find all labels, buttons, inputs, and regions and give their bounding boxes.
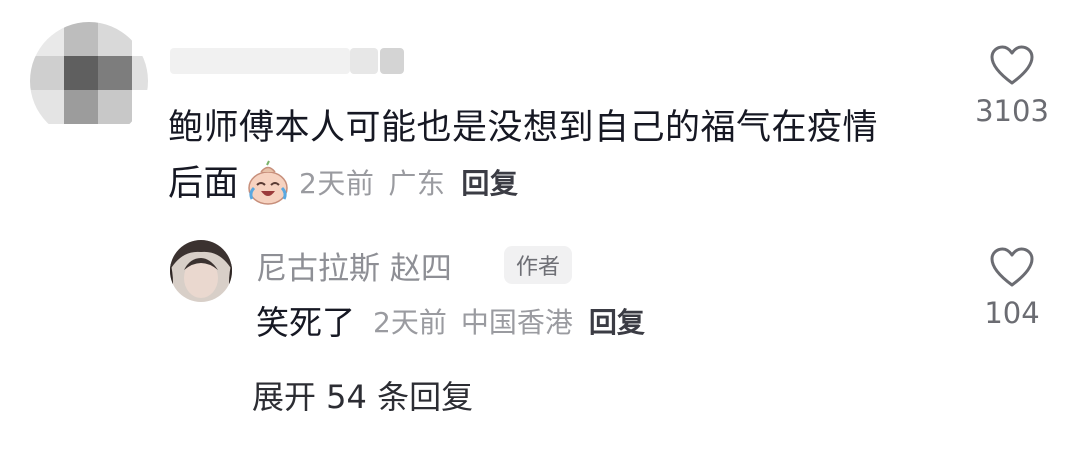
reply-username[interactable]: 尼古拉斯 赵四 — [256, 243, 452, 288]
heart-icon[interactable] — [989, 246, 1035, 288]
reply-avatar[interactable] — [170, 240, 232, 302]
crying-laughing-sticker-icon — [243, 159, 293, 209]
comment-line-2-text: 后面 — [168, 164, 240, 204]
comment-line-2: 后面 2天前 广东 回复 — [168, 156, 928, 212]
reply-text-row: 笑死了 2天前 中国香港 回复 — [256, 301, 645, 345]
avatar[interactable] — [30, 22, 148, 140]
author-badge: 作者 — [504, 246, 573, 284]
comment-reply-button[interactable]: 回复 — [461, 156, 518, 212]
heart-icon[interactable] — [989, 44, 1035, 86]
expand-replies-button[interactable]: 展开 54 条回复 — [252, 372, 473, 418]
reply-time: 2天前 — [373, 306, 447, 339]
comment-like-count: 3103 — [975, 94, 1049, 128]
comment-location: 广东 — [388, 167, 446, 200]
reply-like-count: 104 — [984, 296, 1040, 330]
comment-text: 鲍师傅本人可能也是没想到自己的福气在疫情 后面 2天前 广东 回复 — [168, 100, 928, 212]
comment-like[interactable]: 3103 — [967, 44, 1057, 128]
reply-like[interactable]: 104 — [967, 246, 1057, 330]
comment-line-1: 鲍师傅本人可能也是没想到自己的福气在疫情 — [168, 108, 879, 148]
blurred-username — [170, 42, 415, 80]
comment-time: 2天前 — [299, 167, 375, 200]
reply-text: 笑死了 — [256, 303, 355, 342]
reply-location: 中国香港 — [460, 306, 573, 339]
reply-reply-button[interactable]: 回复 — [589, 301, 645, 345]
